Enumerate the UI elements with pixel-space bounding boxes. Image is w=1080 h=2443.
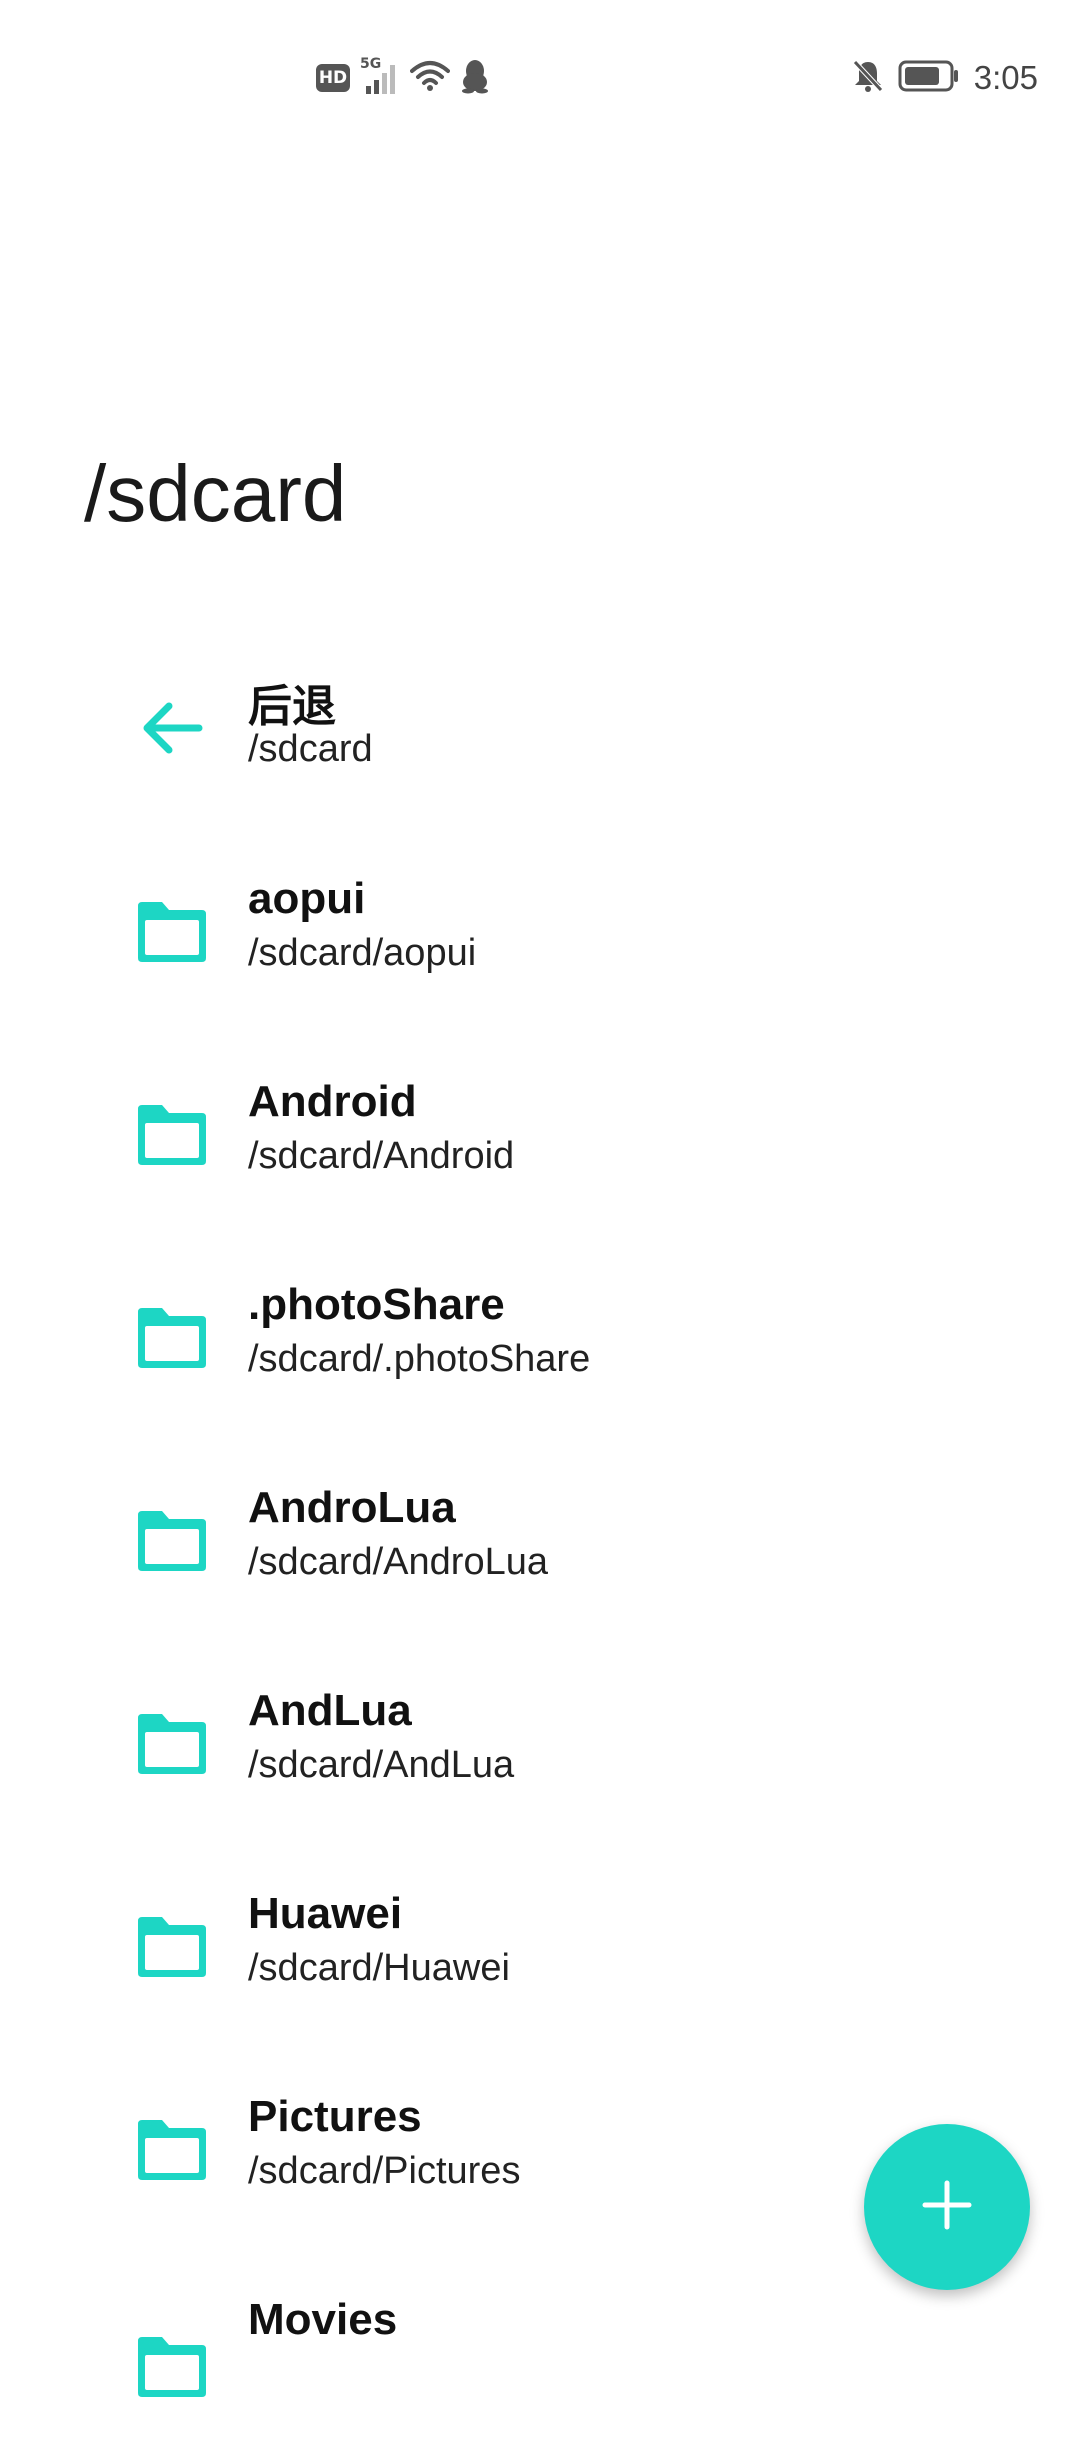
folder-icon bbox=[130, 1499, 214, 1583]
folder-path: /sdcard/AndLua bbox=[248, 1744, 515, 1786]
folder-icon bbox=[130, 1905, 214, 1989]
folder-path: /sdcard/Android bbox=[248, 1135, 515, 1177]
folder-item[interactable]: .photoShare /sdcard/.photoShare bbox=[0, 1248, 1080, 1428]
folder-icon bbox=[130, 2108, 214, 2192]
qq-penguin-icon bbox=[460, 58, 490, 99]
add-button[interactable] bbox=[864, 2124, 1030, 2290]
back-item-path: /sdcard bbox=[248, 728, 373, 770]
folder-icon bbox=[130, 1296, 214, 1380]
folder-path: /sdcard/AndroLua bbox=[248, 1541, 548, 1583]
folder-name: .photoShare bbox=[248, 1280, 505, 1329]
battery-icon bbox=[898, 60, 960, 97]
folder-name: Pictures bbox=[248, 2092, 422, 2141]
folder-icon bbox=[130, 2325, 214, 2409]
folder-name: Movies bbox=[248, 2295, 398, 2344]
folder-path: /sdcard/aopui bbox=[248, 932, 477, 974]
folder-name: Huawei bbox=[248, 1889, 403, 1938]
folder-item[interactable]: AndroLua /sdcard/AndroLua bbox=[0, 1451, 1080, 1631]
status-bar: HD 5G 3:05 bbox=[0, 0, 1080, 150]
folder-icon bbox=[130, 1093, 214, 1177]
bell-off-icon bbox=[852, 59, 884, 98]
folder-item[interactable]: Huawei /sdcard/Huawei bbox=[0, 1857, 1080, 2037]
folder-item[interactable]: AndLua /sdcard/AndLua bbox=[0, 1654, 1080, 1834]
page-title: /sdcard bbox=[84, 449, 347, 538]
back-item-label: 后退 bbox=[248, 682, 336, 731]
signal-5g-icon: 5G bbox=[360, 56, 400, 96]
folder-path: /sdcard/Huawei bbox=[248, 1947, 510, 1989]
folder-name: Android bbox=[248, 1077, 417, 1126]
status-bar-left-icons: HD 5G bbox=[316, 56, 490, 99]
plus-icon bbox=[921, 2179, 973, 2236]
folder-icon bbox=[130, 1702, 214, 1786]
folder-icon bbox=[130, 890, 214, 974]
status-bar-right: 3:05 bbox=[852, 56, 1038, 100]
folder-path: /sdcard/Pictures bbox=[248, 2150, 521, 2192]
folder-name: aopui bbox=[248, 874, 366, 923]
wifi-icon bbox=[410, 59, 450, 98]
arrow-back-icon bbox=[130, 686, 214, 770]
folder-item[interactable]: Movies bbox=[0, 2263, 1080, 2443]
folder-item[interactable]: aopui /sdcard/aopui bbox=[0, 842, 1080, 1022]
folder-name: AndroLua bbox=[248, 1483, 456, 1532]
back-item[interactable]: 后退 /sdcard bbox=[0, 638, 1080, 818]
hd-icon: HD bbox=[316, 64, 350, 92]
folder-item[interactable]: Android /sdcard/Android bbox=[0, 1045, 1080, 1225]
folder-path: /sdcard/.photoShare bbox=[248, 1338, 591, 1380]
folder-name: AndLua bbox=[248, 1686, 412, 1735]
status-time: 3:05 bbox=[973, 59, 1038, 96]
